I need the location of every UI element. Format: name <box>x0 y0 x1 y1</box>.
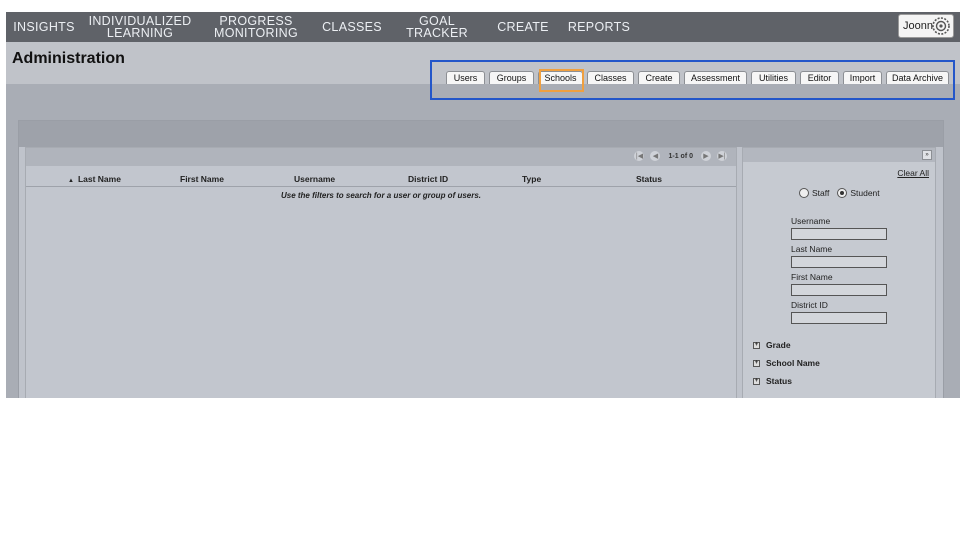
expander-school-name[interactable]: + School Name <box>753 358 820 368</box>
last-page-icon[interactable]: ▶| <box>717 151 727 161</box>
sort-asc-icon: ▲ <box>68 178 74 184</box>
grid-toolbar: |◀ ◀ 1-1 of 0 ▶ ▶| <box>26 148 736 166</box>
expand-plus-icon: + <box>753 377 760 385</box>
district-id-label: District ID <box>791 300 828 310</box>
nav-goal-tracker[interactable]: GOAL TRACKER <box>390 12 484 42</box>
nav-insights[interactable]: INSIGHTS <box>6 12 82 42</box>
nav-reports[interactable]: REPORTS <box>566 12 632 42</box>
expand-plus-icon: + <box>753 341 760 349</box>
user-type-radios: Staff Student <box>799 188 888 198</box>
schools-tab-highlight-box <box>539 69 584 92</box>
col-district-id[interactable]: District ID <box>408 174 448 184</box>
last-name-label: Last Name <box>791 244 833 254</box>
col-first-name[interactable]: First Name <box>180 174 224 184</box>
filter-toolbar: » <box>743 148 935 162</box>
results-grid: |◀ ◀ 1-1 of 0 ▶ ▶| ▲ Last Name First Name… <box>25 147 737 398</box>
prev-page-icon[interactable]: ◀ <box>650 151 661 161</box>
next-page-icon[interactable]: ▶ <box>701 151 711 161</box>
expander-grade[interactable]: + Grade <box>753 340 791 350</box>
nav-create[interactable]: CREATE <box>494 12 552 42</box>
nav-classes[interactable]: CLASSES <box>320 12 384 42</box>
first-page-icon[interactable]: |◀ <box>634 151 645 161</box>
tabs-highlight-box <box>430 60 955 100</box>
top-nav: INSIGHTS INDIVIDUALIZED LEARNING PROGRES… <box>6 12 960 42</box>
expander-status[interactable]: + Status <box>753 376 792 386</box>
nav-progress-monitoring[interactable]: PROGRESS MONITORING <box>206 12 306 42</box>
expand-plus-icon: + <box>753 359 760 367</box>
gear-icon <box>932 17 950 35</box>
nav-individualized-learning[interactable]: INDIVIDUALIZED LEARNING <box>86 12 194 42</box>
col-type[interactable]: Type <box>522 174 541 184</box>
col-last-name[interactable]: ▲ Last Name <box>68 174 121 184</box>
col-username[interactable]: Username <box>294 174 335 184</box>
main-panel: |◀ ◀ 1-1 of 0 ▶ ▶| ▲ Last Name First Name… <box>18 120 944 398</box>
filter-panel: » Clear All Staff Student Username Last … <box>742 147 936 398</box>
pager-text: 1-1 of 0 <box>668 152 693 160</box>
panel-header <box>19 121 943 147</box>
radio-staff-label: Staff <box>812 188 830 198</box>
pager: |◀ ◀ 1-1 of 0 ▶ ▶| <box>631 151 730 161</box>
page-title: Administration <box>12 50 125 67</box>
col-status[interactable]: Status <box>636 174 662 184</box>
clear-all-link[interactable]: Clear All <box>897 168 929 178</box>
user-menu-button[interactable]: Joonn <box>898 14 954 38</box>
username-input[interactable] <box>791 228 887 240</box>
last-name-input[interactable] <box>791 256 887 268</box>
expander-status-label: Status <box>766 376 792 386</box>
first-name-input[interactable] <box>791 284 887 296</box>
collapse-panel-icon[interactable]: » <box>922 150 932 160</box>
username-label: Username <box>791 216 831 226</box>
radio-student[interactable] <box>837 188 848 198</box>
radio-student-label: Student <box>850 188 880 198</box>
radio-staff[interactable] <box>799 188 809 198</box>
column-headers: ▲ Last Name First Name Username District … <box>26 174 736 187</box>
district-id-input[interactable] <box>791 312 887 324</box>
empty-message: Use the filters to search for a user or … <box>280 191 482 200</box>
first-name-label: First Name <box>791 272 833 282</box>
user-name: Joonn <box>903 20 933 32</box>
expander-grade-label: Grade <box>766 340 791 350</box>
expander-school-name-label: School Name <box>766 358 820 368</box>
